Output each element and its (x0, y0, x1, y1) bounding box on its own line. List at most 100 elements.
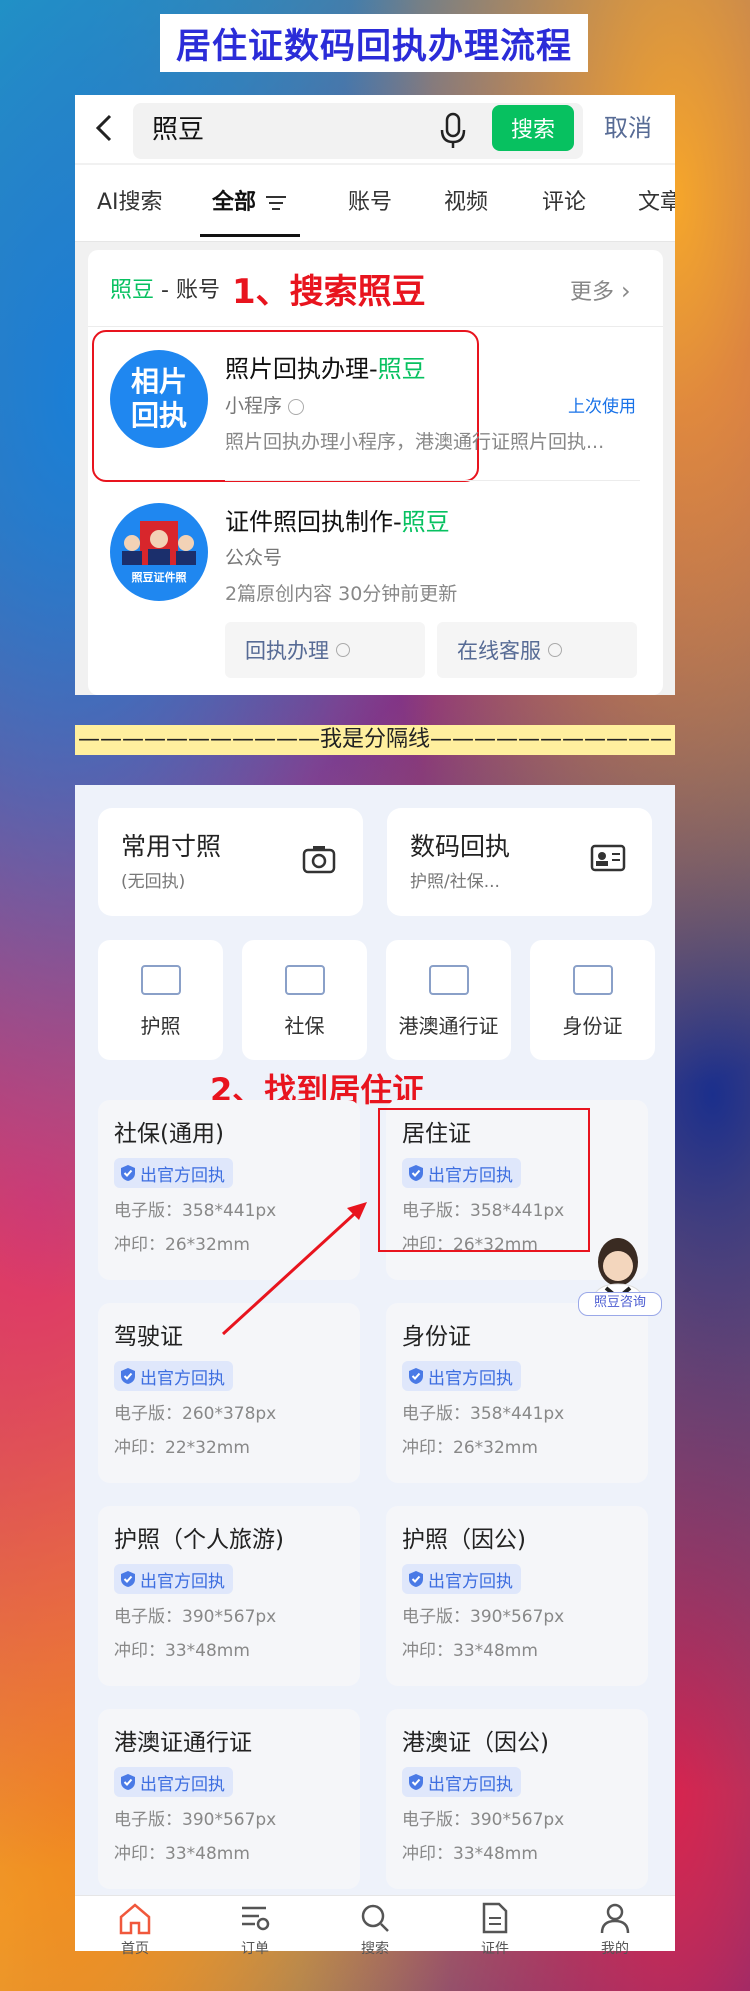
verified-icon (288, 398, 305, 415)
passport-icon (141, 965, 181, 995)
official-account-title[interactable]: 证件照回执制作-照豆 (225, 505, 450, 539)
nav-search[interactable]: 搜索 (315, 1900, 435, 1957)
user-icon (600, 1903, 630, 1934)
electronic-size: 电子版：260*378px (114, 1404, 277, 1424)
home-icon (119, 1903, 151, 1935)
nav-profile[interactable]: 我的 (555, 1900, 675, 1957)
official-account-meta: 2篇原创内容 30分钟前更新 (225, 583, 458, 605)
print-size: 冲印：33*48mm (114, 1641, 250, 1661)
shield-icon (121, 1774, 135, 1790)
quick-id-card-label: 身份证 (562, 1014, 623, 1038)
search-icon (361, 1904, 389, 1932)
document-icon (482, 1902, 508, 1934)
digital-receipt-sub: 护照/社保... (410, 872, 500, 892)
print-size: 冲印：33*48mm (114, 1844, 250, 1864)
nav-documents[interactable]: 证件 (435, 1900, 555, 1957)
id-card-icon (590, 844, 626, 872)
print-size: 冲印：33*48mm (402, 1844, 538, 1864)
receipt-service-button[interactable]: 回执办理 (225, 622, 425, 678)
permit-icon (429, 965, 469, 995)
shield-icon (409, 1571, 423, 1587)
consult-label[interactable]: 照豆咨询 (578, 1292, 662, 1316)
residence-permit-highlight-box (378, 1108, 590, 1252)
standard-photo-sub: (无回执) (121, 872, 186, 892)
quick-hk-macau-permit[interactable] (386, 940, 511, 1060)
doc-type-title: 社保(通用) (114, 1121, 224, 1147)
official-receipt-badge: 出官方回执 (114, 1158, 233, 1188)
miniprogram-title[interactable]: 照片回执办理-照豆 (225, 352, 426, 386)
print-size: 冲印：33*48mm (402, 1641, 538, 1661)
official-receipt-badge: 出官方回执 (114, 1767, 233, 1797)
pointer-arrow (221, 1202, 367, 1336)
nav-documents-label: 证件 (481, 1941, 509, 1957)
quick-social-security-label: 社保 (284, 1014, 325, 1038)
tab-ai-search[interactable]: AI搜索 (97, 188, 163, 218)
search-query-text: 照豆 (152, 115, 205, 145)
quick-id-card[interactable] (530, 940, 655, 1060)
doc-type-title: 港澳证（因公) (402, 1730, 549, 1756)
nav-orders[interactable]: 订单 (195, 1900, 315, 1957)
quick-passport-label: 护照 (140, 1014, 181, 1038)
shield-icon (409, 1774, 423, 1790)
nav-home-label: 首页 (121, 1941, 149, 1957)
microphone-icon[interactable] (438, 112, 468, 150)
official-account-logo[interactable]: 照豆证件照 (110, 503, 208, 601)
electronic-size: 电子版：390*567px (114, 1607, 277, 1627)
nav-home[interactable]: 首页 (75, 1900, 195, 1957)
filter-icon[interactable] (265, 194, 287, 212)
official-receipt-badge: 出官方回执 (402, 1564, 521, 1594)
doc-type-title: 护照（因公) (402, 1527, 526, 1553)
electronic-size: 电子版：358*441px (402, 1404, 565, 1424)
miniprogram-logo[interactable]: 相片 回执 (110, 350, 208, 448)
quick-social-security[interactable] (242, 940, 367, 1060)
standard-photo-title: 常用寸照 (121, 832, 222, 861)
link-icon (547, 643, 562, 657)
tab-articles[interactable]: 文章 (638, 188, 675, 218)
official-receipt-badge: 出官方回执 (114, 1564, 233, 1594)
doc-type-title: 护照（个人旅游) (114, 1527, 284, 1553)
doc-type-title: 港澳证通行证 (114, 1730, 252, 1756)
id-icon (573, 965, 613, 995)
doc-type-title: 身份证 (402, 1324, 471, 1350)
shield-icon (121, 1368, 135, 1384)
camera-icon (302, 842, 336, 876)
shield-icon (409, 1368, 423, 1384)
more-accounts-link[interactable]: 更多 › (570, 275, 631, 309)
nav-orders-label: 订单 (241, 1941, 269, 1957)
active-tab-indicator (200, 234, 300, 237)
tab-all[interactable]: 全部 (212, 188, 256, 218)
official-receipt-badge: 出官方回执 (402, 1767, 521, 1797)
digital-receipt-title: 数码回执 (410, 832, 511, 861)
back-arrow-icon[interactable] (92, 108, 122, 148)
official-account-type: 公众号 (225, 547, 283, 569)
nav-search-label: 搜索 (361, 1941, 389, 1957)
electronic-size: 电子版：390*567px (114, 1810, 277, 1830)
link-icon (335, 643, 350, 657)
doc-type-title: 驾驶证 (114, 1324, 183, 1350)
last-used-tag: 上次使用 (568, 397, 636, 417)
social-security-icon (285, 965, 325, 995)
tab-videos[interactable]: 视频 (444, 188, 488, 218)
quick-passport[interactable] (98, 940, 223, 1060)
miniprogram-type: 小程序 (225, 392, 305, 420)
page-banner-title: 居住证数码回执办理流程 (160, 14, 588, 72)
shield-icon (121, 1165, 135, 1181)
step1-annotation: 1、搜索照豆 (232, 272, 426, 312)
print-size: 冲印：22*32mm (114, 1438, 250, 1458)
shield-icon (121, 1571, 135, 1587)
separator-line: ———————————我是分隔线——————————— (75, 725, 675, 755)
official-receipt-badge: 出官方回执 (114, 1361, 233, 1391)
divider (225, 480, 640, 481)
tab-accounts[interactable]: 账号 (348, 188, 392, 218)
print-size: 冲印：26*32mm (402, 1438, 538, 1458)
electronic-size: 电子版：390*567px (402, 1607, 565, 1627)
tab-comments[interactable]: 评论 (542, 188, 586, 218)
official-receipt-badge: 出官方回执 (402, 1361, 521, 1391)
divider (88, 326, 663, 327)
online-support-button[interactable]: 在线客服 (437, 622, 637, 678)
cancel-button[interactable]: 取消 (604, 110, 652, 146)
miniprogram-description: 照片回执办理小程序，港澳通行证照片回执... (225, 431, 605, 453)
search-button[interactable]: 搜索 (492, 105, 574, 151)
list-icon (242, 1906, 270, 1931)
nav-profile-label: 我的 (601, 1941, 629, 1957)
